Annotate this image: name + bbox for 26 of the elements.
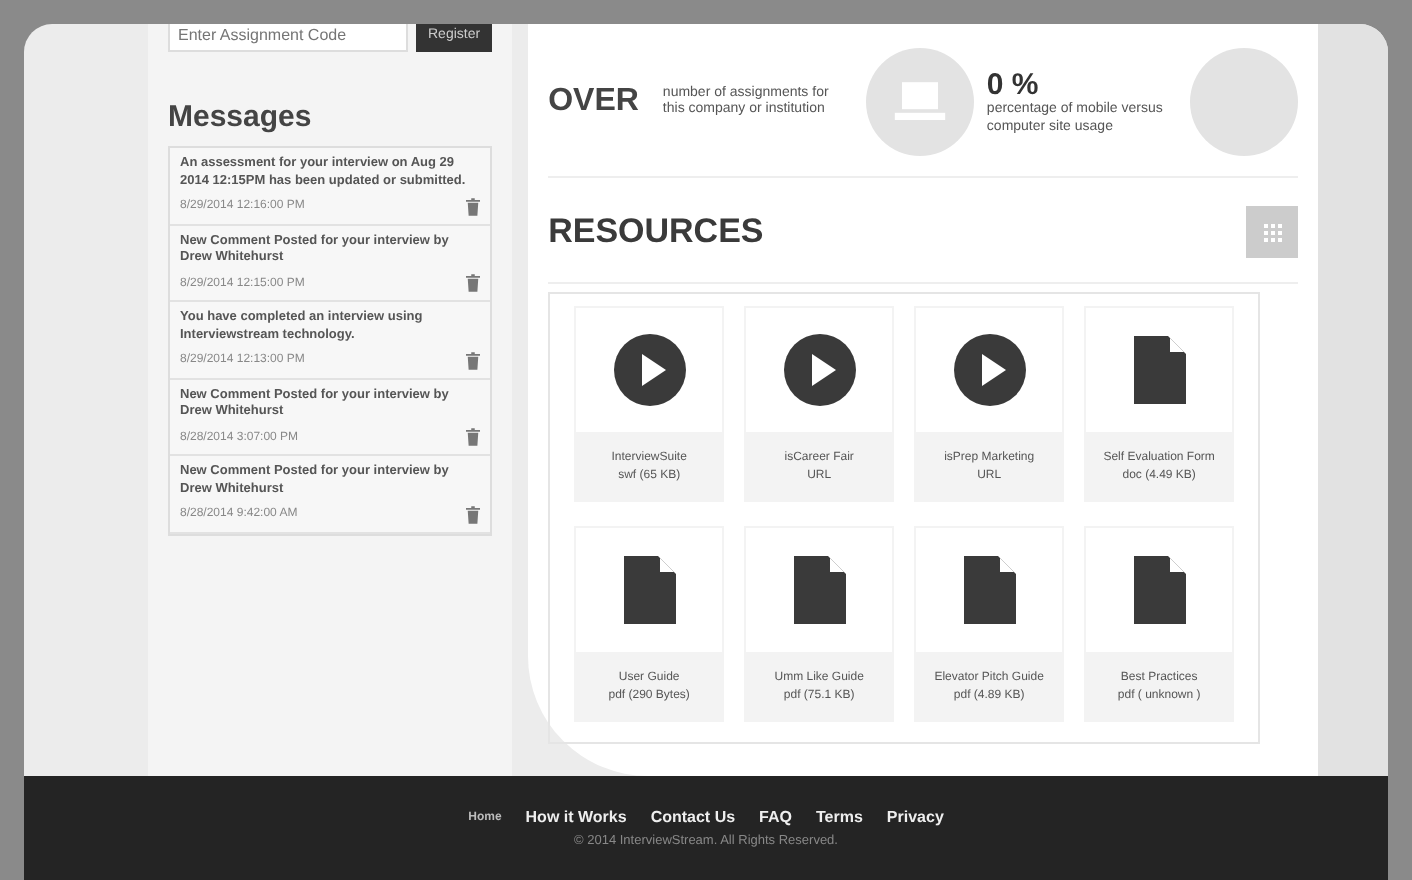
stat-value: 0 % (986, 68, 1041, 103)
trash-icon[interactable] (466, 274, 481, 293)
laptop-icon (866, 48, 975, 156)
trash-icon[interactable] (466, 428, 481, 447)
trash-icon[interactable] (466, 351, 481, 370)
trash-icon[interactable] (466, 505, 481, 524)
trash-icon[interactable] (466, 197, 481, 216)
document-icon (963, 556, 1016, 624)
footer-link[interactable]: FAQ (759, 808, 792, 826)
grid-icon (1263, 223, 1282, 241)
footer-link[interactable]: Privacy (886, 808, 944, 826)
messages-heading: Messages (168, 100, 314, 134)
footer-link[interactable]: Terms (816, 808, 863, 826)
play-icon (613, 334, 686, 406)
resources-heading: RESOURCES (548, 212, 764, 252)
document-icon (1133, 336, 1186, 404)
circle-icon (1190, 48, 1299, 156)
document-icon (623, 556, 676, 624)
footer-link[interactable]: How it Works (525, 808, 627, 826)
overview-heading: OVER (548, 84, 639, 120)
play-icon (783, 334, 856, 406)
play-icon (953, 334, 1026, 406)
document-icon (1133, 556, 1186, 624)
assignment-code-field[interactable]: Enter Assignment Code (168, 24, 408, 52)
document-icon (793, 556, 846, 624)
footer-link[interactable]: Contact Us (650, 808, 736, 826)
